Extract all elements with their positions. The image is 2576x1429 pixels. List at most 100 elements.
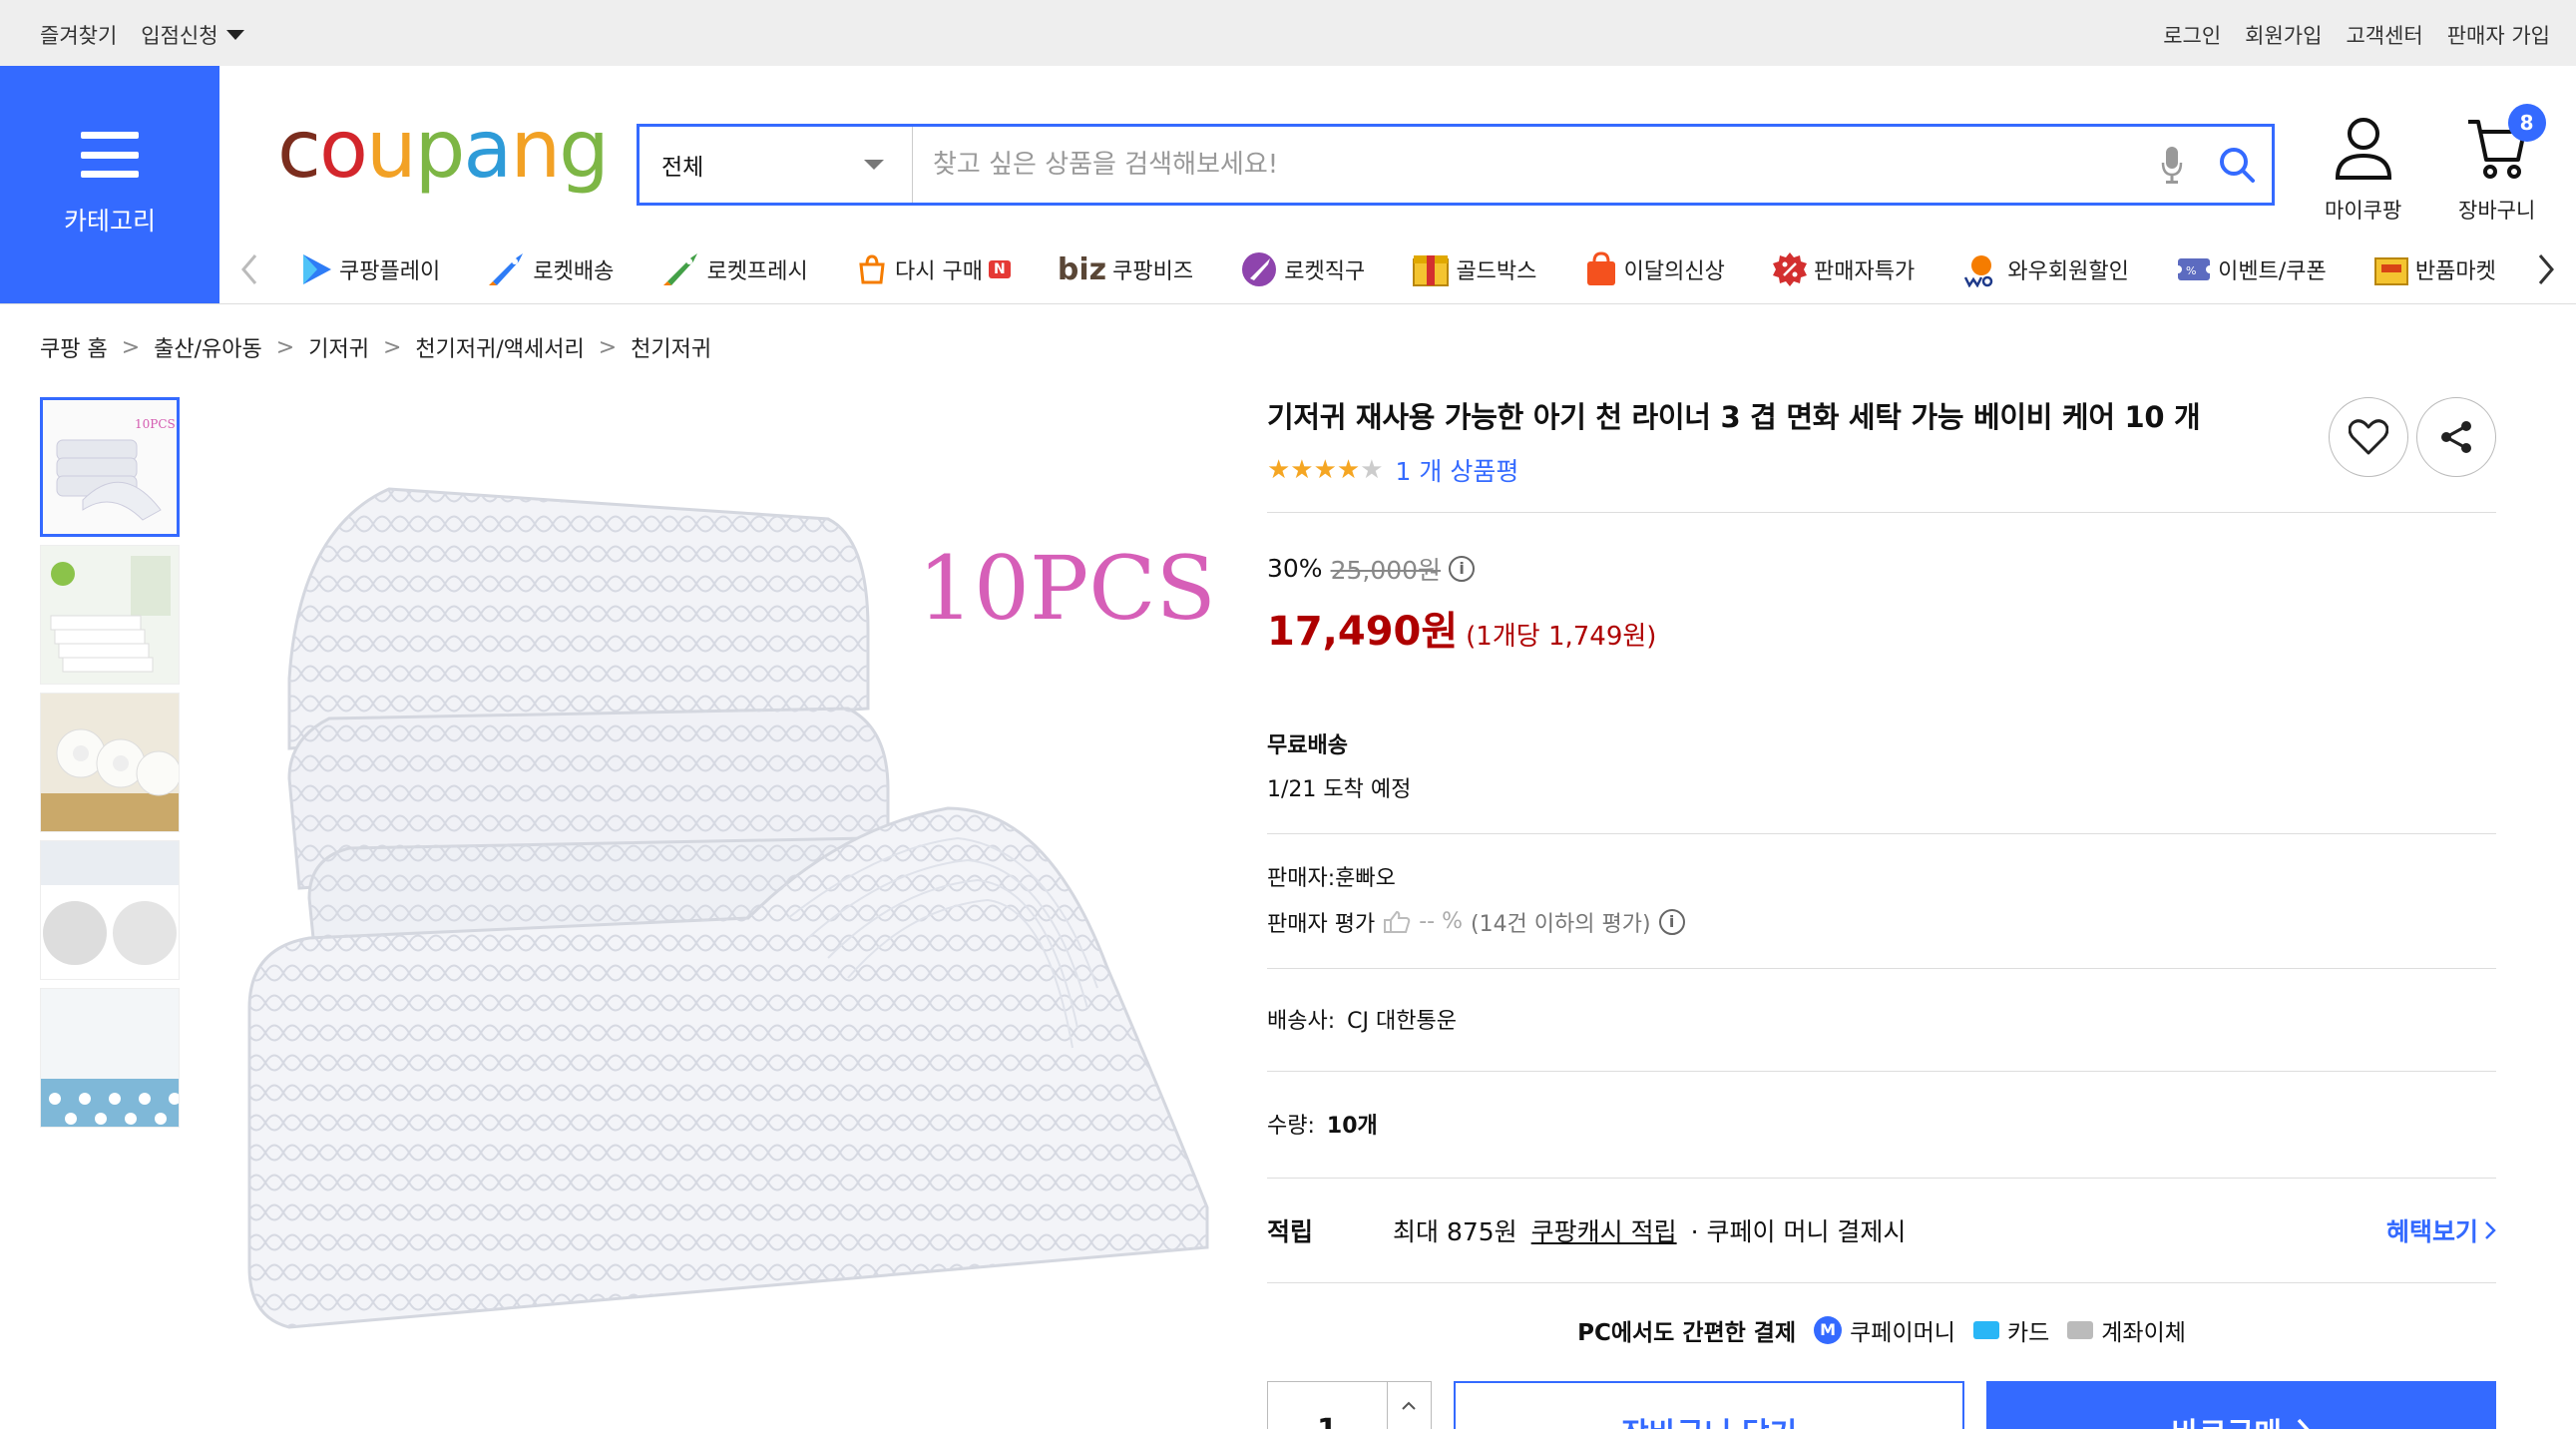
buy-now-button[interactable]: 바로구매 xyxy=(1986,1380,2496,1429)
original-price: 25,000원 xyxy=(1330,555,1442,585)
coupon-icon: % xyxy=(2176,258,2213,280)
favorites-link[interactable]: 즐겨찾기 xyxy=(40,20,117,50)
microphone-icon[interactable] xyxy=(2142,145,2202,185)
carrier-label: 배송사: xyxy=(1267,1008,1336,1034)
chevron-right-icon xyxy=(2297,1418,2310,1429)
coupang-cash-link[interactable]: 쿠팡캐시 적립 xyxy=(1531,1212,1677,1248)
quantity-info-row: 수량: 10개 xyxy=(1267,1108,2496,1140)
card-icon xyxy=(1972,1320,1999,1339)
nav-item-seller-deals[interactable]: 판매자특가 xyxy=(1772,251,1915,287)
search-input[interactable] xyxy=(913,127,2142,203)
nav-item-rocket-delivery[interactable]: 로켓배송 xyxy=(487,251,614,287)
image-watermark: 10PCS xyxy=(918,537,1216,640)
nav-item-coupangbiz[interactable]: biz 쿠팡비즈 xyxy=(1058,252,1193,287)
chevron-right-icon: > xyxy=(275,334,295,360)
divider xyxy=(1267,1281,2496,1283)
signup-link[interactable]: 회원가입 xyxy=(2245,20,2322,50)
search-icon[interactable] xyxy=(2202,145,2272,185)
share-button[interactable] xyxy=(2416,397,2496,477)
nav-item-rebuy[interactable]: 다시 구매 N xyxy=(855,252,1011,286)
heart-icon xyxy=(2349,419,2388,455)
rocket-global-icon xyxy=(1242,252,1277,286)
seller-rating-value: -- % xyxy=(1419,909,1463,935)
thumb-watermark: 10PCS xyxy=(135,417,176,431)
rocket-fresh-icon xyxy=(662,253,697,285)
quantity-stepper: 1 xyxy=(1267,1380,1432,1429)
nav-item-coupangplay[interactable]: 쿠팡플레이 xyxy=(299,252,440,286)
breadcrumb-item[interactable]: 천기저귀/액세서리 xyxy=(415,331,584,363)
mycoupang-button[interactable]: 마이쿠팡 xyxy=(2325,116,2401,225)
wow-icon xyxy=(1963,255,2000,287)
arrival-date: 1/21 도착 예정 xyxy=(1267,776,1412,802)
accrue-pay-note: · 쿠페이 머니 결제시 xyxy=(1690,1216,1907,1246)
breadcrumb-item[interactable]: 천기저귀 xyxy=(631,331,711,363)
chevron-right-icon xyxy=(2538,254,2554,284)
star-rating: ★★★★★ xyxy=(1267,454,1384,485)
divider xyxy=(1267,967,2496,969)
search-scope-select[interactable]: 전체 xyxy=(640,127,913,203)
accrue-label: 적립 xyxy=(1267,1216,1314,1246)
qty-label: 수량: xyxy=(1267,1113,1315,1139)
breadcrumb-item[interactable]: 기저귀 xyxy=(308,331,369,363)
category-menu-button[interactable]: 카테고리 xyxy=(0,66,219,303)
cart-count-badge: 8 xyxy=(2507,104,2546,142)
chevron-left-icon xyxy=(241,254,257,284)
benefit-link[interactable]: 혜택보기 xyxy=(2386,1212,2496,1248)
pay-option-money: M 쿠페이머니 xyxy=(1814,1313,1955,1347)
divider xyxy=(1267,1070,2496,1072)
nav-item-events-coupons[interactable]: % 이벤트/쿠폰 xyxy=(2176,253,2327,285)
quantity-increase-button[interactable] xyxy=(1388,1382,1431,1429)
quantity-input[interactable]: 1 xyxy=(1268,1382,1387,1429)
seller-signup-link[interactable]: 판매자 가입 xyxy=(2447,20,2550,50)
chevron-right-icon xyxy=(2485,1220,2496,1239)
carrier-name: CJ 대한통운 xyxy=(1347,1008,1457,1034)
support-link[interactable]: 고객센터 xyxy=(2346,20,2422,50)
product-thumbnail[interactable] xyxy=(40,545,180,685)
divider xyxy=(1267,1177,2496,1179)
add-to-cart-button[interactable]: 장바구니 담기 xyxy=(1453,1380,1965,1429)
seller-rating-label: 판매자 평가 xyxy=(1267,911,1376,937)
nav-item-wow-discount[interactable]: 와우회원할인 xyxy=(1961,251,2129,287)
divider xyxy=(1267,832,2496,834)
apply-label: 입점신청 xyxy=(141,24,218,48)
nav-item-rocket-global[interactable]: 로켓직구 xyxy=(1240,250,1365,288)
buy-row: 1 장바구니 담기 바로구매 xyxy=(1267,1380,2496,1429)
seller-name[interactable]: 판매자:훈빠오 xyxy=(1267,860,2496,892)
nav-item-return-market[interactable]: 반품마켓 xyxy=(2373,252,2496,286)
play-icon xyxy=(303,254,331,284)
product-thumbnail[interactable] xyxy=(40,988,180,1128)
accrue-row: 적립 최대 875원 쿠팡캐시 적립 · 쿠페이 머니 결제시 혜택보기 xyxy=(1267,1212,2496,1248)
qty-value: 10개 xyxy=(1326,1113,1378,1139)
breadcrumb-item[interactable]: 출산/유아동 xyxy=(154,331,262,363)
accrue-max: 최대 875원 xyxy=(1393,1216,1517,1246)
product-thumbnail[interactable] xyxy=(40,693,180,832)
info-icon[interactable]: i xyxy=(1449,555,1476,582)
nav-item-rocket-fresh[interactable]: 로켓프레시 xyxy=(661,251,808,287)
search-scope-value: 전체 xyxy=(661,155,704,181)
rating-row: ★★★★★ 1 개 상품평 xyxy=(1267,452,2496,488)
breadcrumb-item[interactable]: 쿠팡 홈 xyxy=(40,331,108,363)
breadcrumb: 쿠팡 홈 > 출산/유아동 > 기저귀 > 천기저귀/액세서리 > 천기저귀 xyxy=(40,331,711,363)
login-link[interactable]: 로그인 xyxy=(2163,20,2221,50)
price-block: 30% 25,000원 i 17,490원 (1개당 1,749원) xyxy=(1267,551,2496,657)
cart-button[interactable]: 8 장바구니 xyxy=(2458,104,2546,225)
caret-down-icon xyxy=(225,30,244,40)
nav-item-new-arrivals[interactable]: 이달의신상 xyxy=(1584,251,1725,287)
mycoupang-label: 마이쿠팡 xyxy=(2325,199,2402,223)
product-thumbnail[interactable] xyxy=(40,840,180,980)
wishlist-button[interactable] xyxy=(2329,397,2408,477)
apply-dropdown[interactable]: 입점신청 xyxy=(141,20,244,50)
chevron-right-icon: > xyxy=(382,334,402,360)
nav-next-button[interactable] xyxy=(2516,252,2576,286)
return-market-icon xyxy=(2373,257,2408,285)
product-thumbnail[interactable]: 10PCS xyxy=(40,397,180,537)
review-count-link[interactable]: 1 개 상품평 xyxy=(1396,452,1519,488)
info-icon[interactable]: i xyxy=(1658,908,1685,935)
nav-prev-button[interactable] xyxy=(219,252,279,286)
coupang-logo[interactable]: coupang xyxy=(277,110,610,190)
nav-item-goldbox[interactable]: 골드박스 xyxy=(1412,251,1536,287)
percent-icon xyxy=(1773,252,1808,286)
cart-label: 장바구니 xyxy=(2458,199,2536,223)
main-product-image[interactable]: 10PCS xyxy=(229,449,1217,1347)
shipping-label: 무료배송 xyxy=(1267,732,1348,758)
